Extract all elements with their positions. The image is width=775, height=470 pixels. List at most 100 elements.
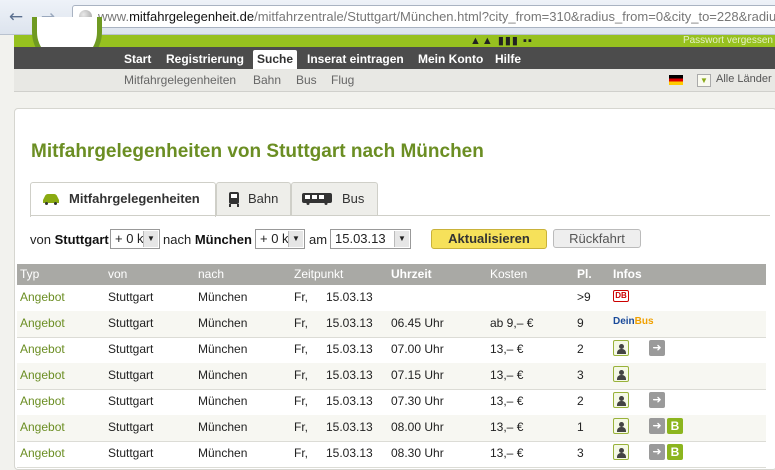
cell-plaetze: 9 [577,316,584,330]
german-flag-icon[interactable] [669,75,683,85]
typ-link[interactable]: Angebot [20,368,65,382]
person-icon[interactable] [613,340,629,356]
cell-day: Fr, [294,446,308,460]
cell-uhrzeit: 07.30 Uhr [391,394,444,408]
subnav-flug[interactable]: Flug [331,73,354,87]
cell-von: Stuttgart [108,316,154,330]
person-icon[interactable] [613,366,629,382]
url-domain: mitfahrgelegenheit.de [129,9,255,24]
table-row[interactable]: Angebot Stuttgart München Fr, 15.03.13 0… [17,415,766,442]
bus-icon [302,193,332,205]
tab-bahn[interactable]: Bahn [216,182,291,215]
subnav-bus[interactable]: Bus [296,73,317,87]
tab-label: Bahn [248,191,279,206]
return-trip-button[interactable]: Rückfahrt [553,229,641,248]
typ-link[interactable]: Angebot [20,342,65,356]
col-uhrzeit[interactable]: Uhrzeit [391,264,432,285]
sub-navigation: Mitfahrgelegenheiten Bahn Bus Flug ▼ All… [14,69,775,92]
train-icon [229,192,239,207]
person-icon[interactable] [613,392,629,408]
cell-von: Stuttgart [108,342,154,356]
back-arrow-icon[interactable]: ← [6,7,26,27]
table-row[interactable]: Angebot Stuttgart München Fr, 15.03.13 0… [17,311,766,338]
arrow-right-icon[interactable]: ➜ [649,392,665,408]
chevron-down-icon: ▼ [394,231,409,247]
nav-start[interactable]: Start [120,50,155,69]
cell-von: Stuttgart [108,394,154,408]
table-row[interactable]: Angebot Stuttgart München Fr, 15.03.13 0… [17,389,766,416]
url-prefix: www. [98,9,130,24]
person-icon[interactable] [613,444,629,460]
typ-link[interactable]: Angebot [20,316,65,330]
cell-day: Fr, [294,290,308,304]
b-badge-icon[interactable]: B [667,418,683,434]
date-label: am [309,232,328,247]
table-row[interactable]: Angebot Stuttgart München Fr, 15.03.13 >… [17,285,766,312]
country-select[interactable]: Alle Länder [716,73,772,85]
table-row[interactable]: Angebot Stuttgart München Fr, 15.03.13 0… [17,363,766,390]
cell-day: Fr, [294,420,308,434]
cell-date: 15.03.13 [326,290,373,304]
cell-date: 15.03.13 [326,342,373,356]
chevron-down-icon: ▼ [288,231,303,247]
browser-toolbar: ← → www.mitfahrgelegenheit.de/mitfahrzen… [0,0,775,35]
arrow-right-icon[interactable]: ➜ [649,418,665,434]
cell-nach: München [198,368,248,382]
password-link[interactable]: Passwort vergessen [683,35,773,47]
deinbus-logo-icon[interactable]: DeinBus [613,316,654,327]
subnav-bahn[interactable]: Bahn [253,73,281,87]
col-zeitpunkt[interactable]: Zeitpunkt [294,264,343,285]
cell-date: 15.03.13 [326,420,373,434]
nav-mein-konto[interactable]: Mein Konto [414,50,487,69]
address-bar[interactable]: www.mitfahrgelegenheit.de/mitfahrzentral… [72,5,775,28]
col-von[interactable]: von [108,264,127,285]
cell-day: Fr, [294,316,308,330]
chevron-down-icon[interactable]: ▼ [697,74,711,87]
cell-von: Stuttgart [108,290,154,304]
cell-uhrzeit: 06.45 Uhr [391,316,444,330]
header-banner [14,35,775,47]
typ-link[interactable]: Angebot [20,420,65,434]
nav-hilfe[interactable]: Hilfe [491,50,525,69]
typ-link[interactable]: Angebot [20,446,65,460]
person-icon[interactable] [613,418,629,434]
nav-inserat-eintragen[interactable]: Inserat eintragen [303,50,408,69]
cell-day: Fr, [294,342,308,356]
cell-uhrzeit: 08.00 Uhr [391,420,444,434]
nav-registrierung[interactable]: Registrierung [162,50,248,69]
db-logo-icon[interactable]: DB [613,290,629,302]
tab-bus[interactable]: Bus [291,182,378,215]
col-infos: Infos [613,267,642,281]
col-kosten[interactable]: Kosten [490,264,527,285]
chevron-down-icon: ▼ [143,231,158,247]
cell-von: Stuttgart [108,368,154,382]
tab-mitfahrgelegenheiten[interactable]: Mitfahrgelegenheiten [30,182,216,217]
col-plaetze[interactable]: Pl. [577,264,592,285]
col-typ[interactable]: Typ [20,264,39,285]
date-select[interactable]: 15.03.13 ▼ [330,229,411,249]
cell-uhrzeit: 07.15 Uhr [391,368,444,382]
b-badge-icon[interactable]: B [667,444,683,460]
cell-nach: München [198,420,248,434]
skyline-illustration: ▲▲ ▮▮▮ ▪▪ [470,35,533,47]
arrow-right-icon[interactable]: ➜ [649,444,665,460]
cell-uhrzeit: 08.30 Uhr [391,446,444,460]
cell-von: Stuttgart [108,446,154,460]
cell-day: Fr, [294,394,308,408]
table-row[interactable]: Angebot Stuttgart München Fr, 15.03.13 0… [17,337,766,364]
col-nach[interactable]: nach [198,264,224,285]
cell-day: Fr, [294,368,308,382]
cell-kosten: ab 9,– € [490,316,534,330]
typ-link[interactable]: Angebot [20,290,65,304]
table-row[interactable]: Angebot Stuttgart München Fr, 15.03.13 0… [17,441,766,468]
cell-date: 15.03.13 [326,446,373,460]
cell-plaetze: 2 [577,342,584,356]
update-button[interactable]: Aktualisieren [431,229,547,249]
typ-link[interactable]: Angebot [20,394,65,408]
cell-nach: München [198,290,248,304]
from-radius-select[interactable]: + 0 km ▼ [110,229,160,249]
arrow-right-icon[interactable]: ➜ [649,340,665,356]
subnav-mitfahrgelegenheiten[interactable]: Mitfahrgelegenheiten [124,73,236,87]
nav-suche[interactable]: Suche [253,50,298,69]
to-radius-select[interactable]: + 0 km ▼ [255,229,305,249]
